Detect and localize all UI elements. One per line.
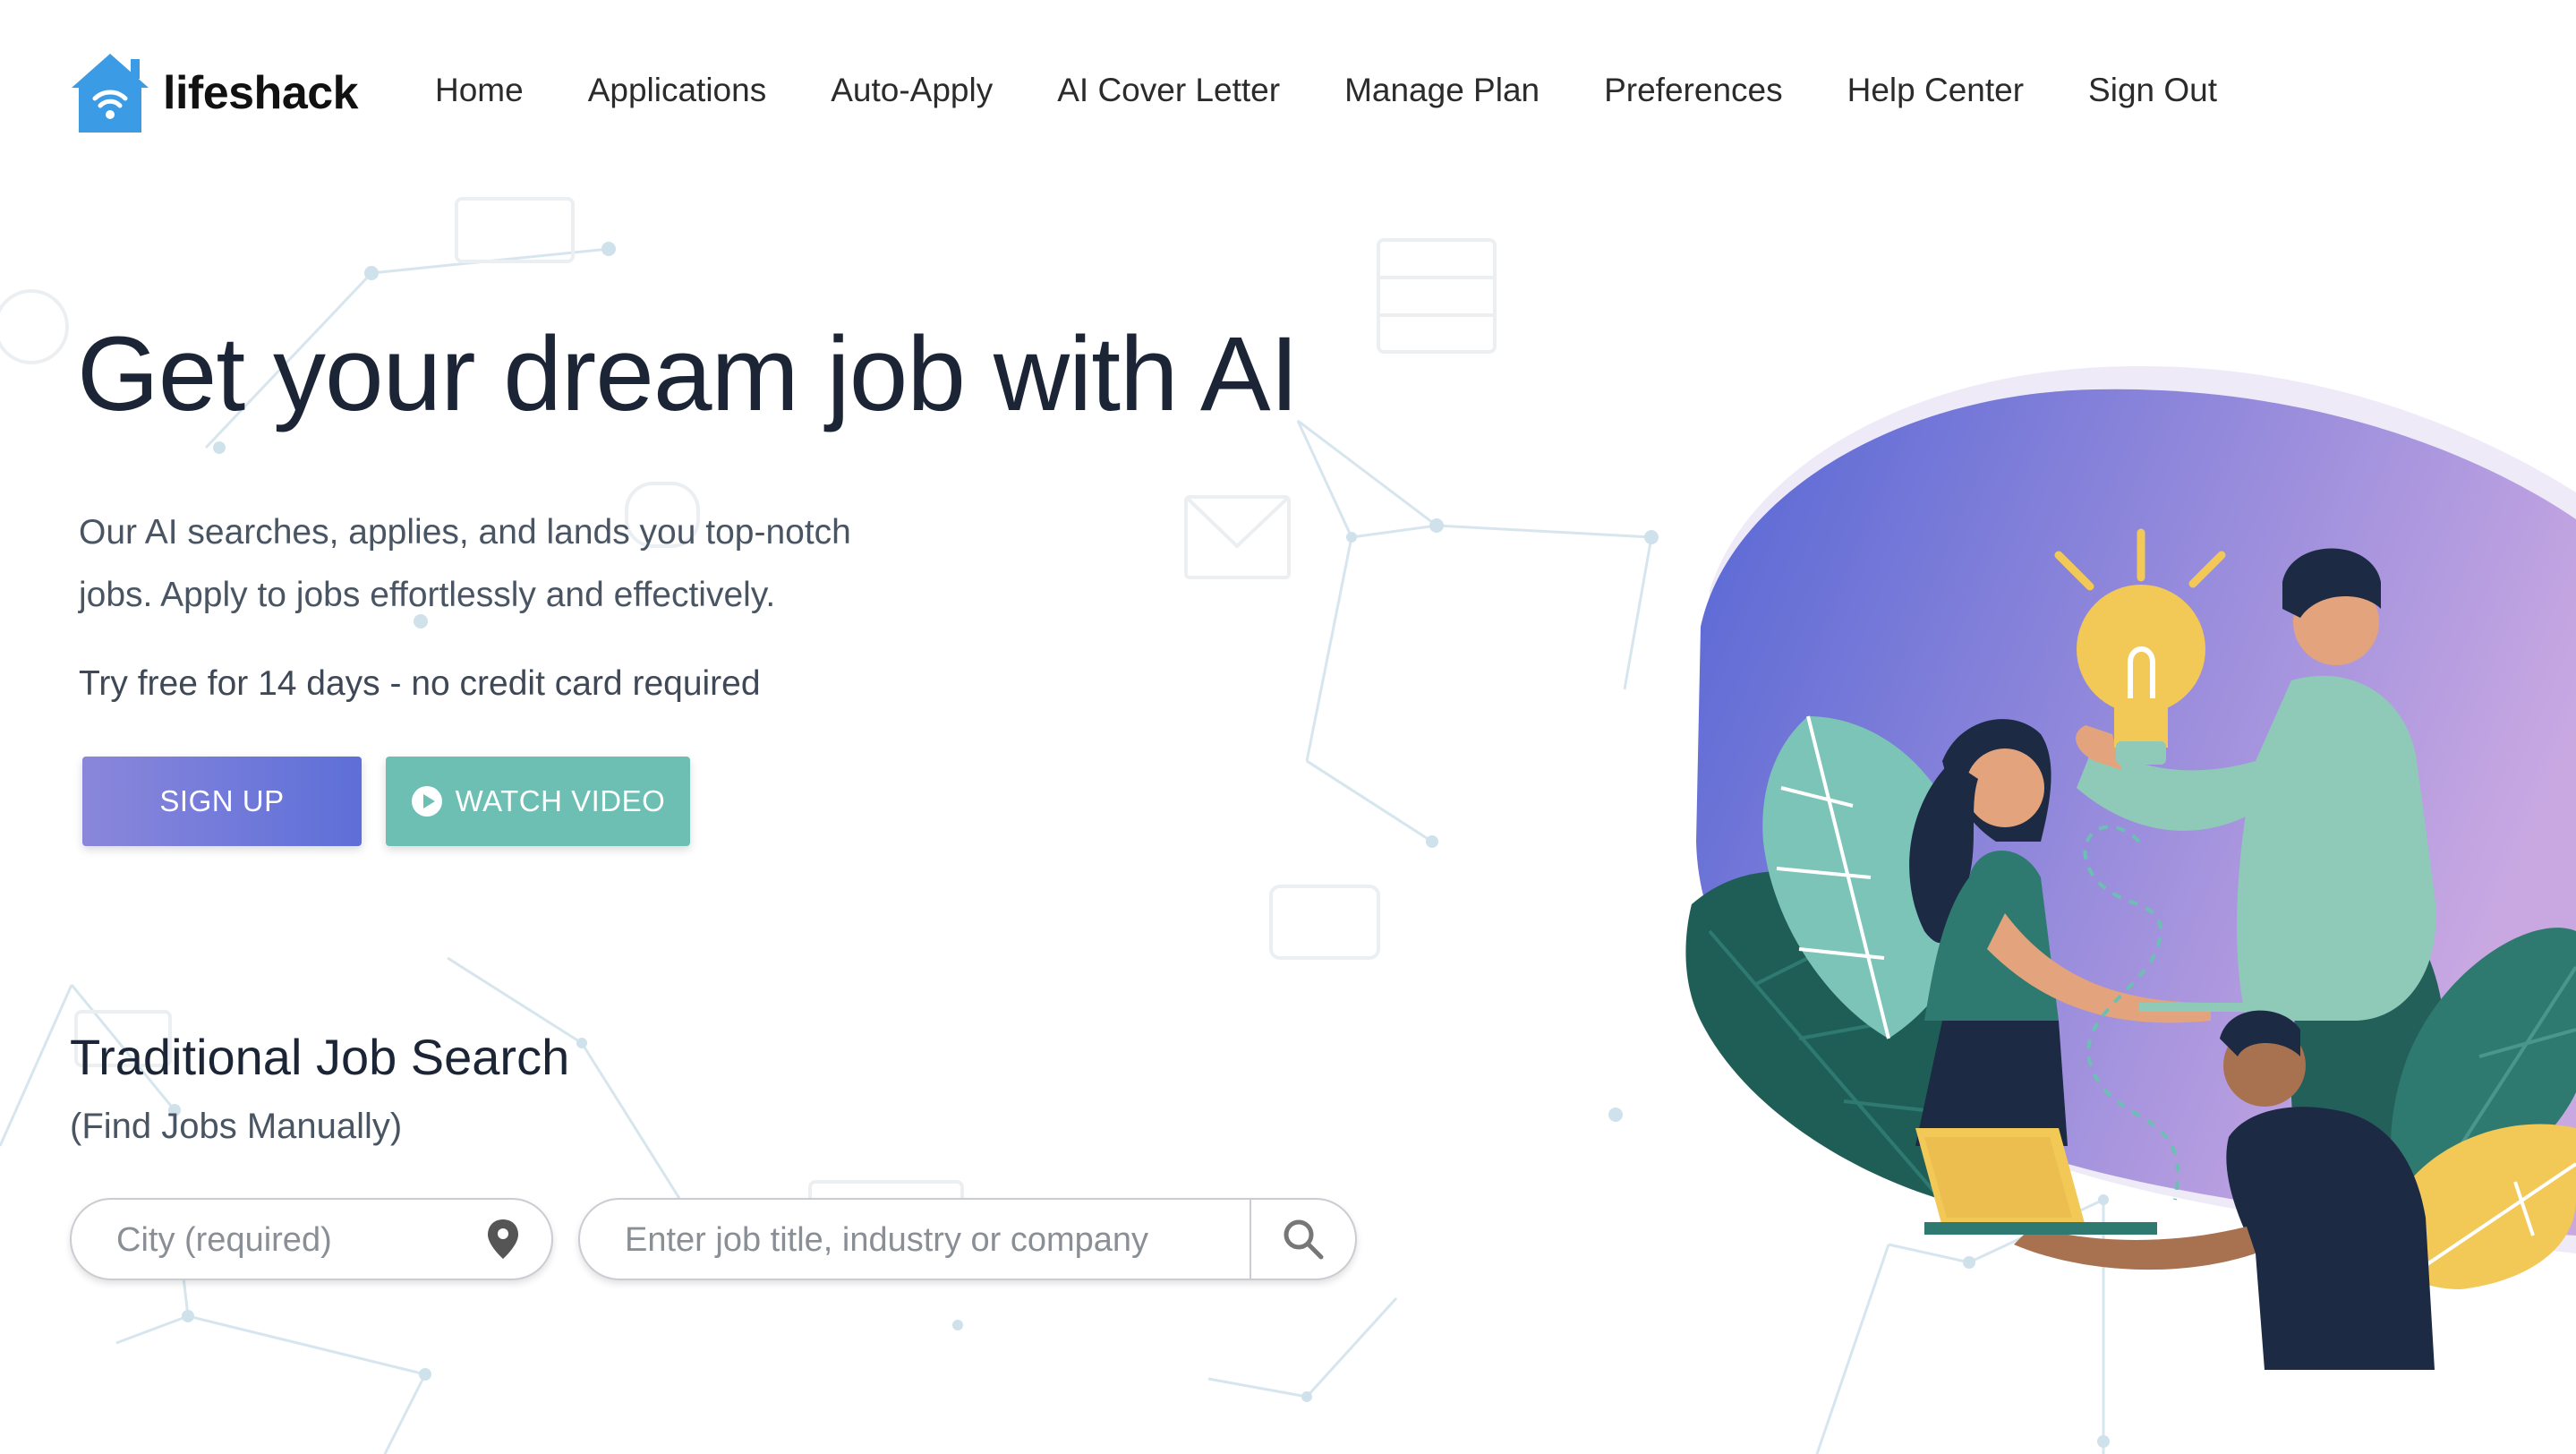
watch-video-button[interactable]: WATCH VIDEO [386, 757, 690, 846]
nav-sign-out[interactable]: Sign Out [2088, 72, 2217, 109]
job-search-field-wrapper [578, 1198, 1357, 1280]
hero-subtitle-line-2: jobs. Apply to jobs effortlessly and eff… [79, 576, 776, 614]
traditional-search-subtitle: (Find Jobs Manually) [70, 1107, 403, 1146]
city-input[interactable] [115, 1200, 476, 1280]
nav-auto-apply[interactable]: Auto-Apply [831, 72, 993, 109]
brand-logo[interactable]: lifeshack [70, 52, 359, 134]
nav-applications[interactable]: Applications [588, 72, 767, 109]
job-search-input[interactable] [623, 1200, 1235, 1280]
sign-up-label: SIGN UP [159, 784, 285, 817]
trial-text: Try free for 14 days - no credit card re… [79, 664, 761, 703]
house-wifi-icon [72, 54, 149, 133]
location-pin-icon[interactable] [485, 1218, 521, 1261]
play-circle-icon [411, 786, 442, 817]
search-icon [1284, 1219, 1324, 1260]
brand-name: lifeshack [163, 67, 359, 119]
hero-subtitle: Our AI searches, applies, and lands you … [79, 501, 974, 627]
team-idea-illustration [1685, 366, 2576, 1370]
main-nav: Home Applications Auto-Apply AI Cover Le… [435, 72, 2282, 109]
nav-help-center[interactable]: Help Center [1847, 72, 2024, 109]
nav-preferences[interactable]: Preferences [1604, 72, 1783, 109]
nav-home[interactable]: Home [435, 72, 524, 109]
nav-manage-plan[interactable]: Manage Plan [1344, 72, 1540, 109]
hero-subtitle-line-1: Our AI searches, applies, and lands you … [79, 513, 851, 552]
traditional-search-title: Traditional Job Search [70, 1029, 570, 1085]
site-header: lifeshack Home Applications Auto-Apply A… [0, 0, 2576, 197]
hero-title: Get your dream job with AI [77, 315, 1299, 433]
sign-up-button[interactable]: SIGN UP [82, 757, 362, 846]
nav-ai-cover-letter[interactable]: AI Cover Letter [1057, 72, 1280, 109]
watch-video-label: WATCH VIDEO [455, 784, 666, 817]
city-field-wrapper [70, 1198, 553, 1280]
search-button[interactable] [1251, 1200, 1355, 1279]
